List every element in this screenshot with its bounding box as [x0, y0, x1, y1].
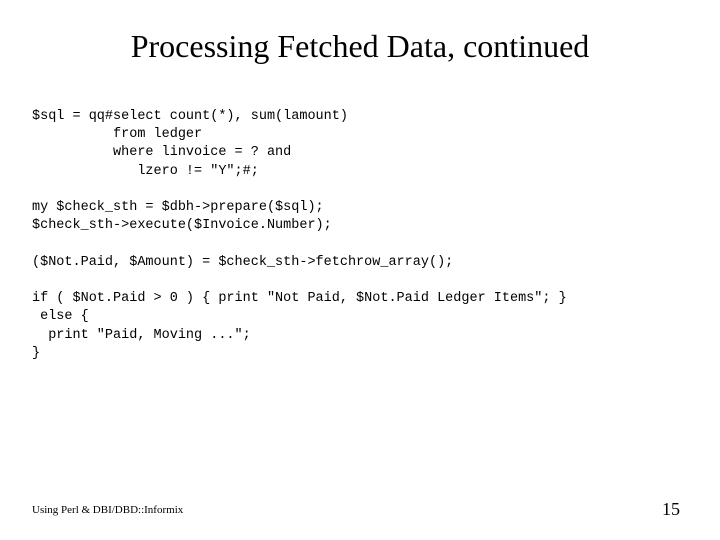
page-number: 15	[662, 499, 680, 520]
footer-text: Using Perl & DBI/DBD::Informix	[32, 504, 183, 516]
slide: Processing Fetched Data, continued $sql …	[0, 0, 720, 540]
code-block: $sql = qq#select count(*), sum(lamount) …	[32, 108, 688, 363]
slide-title: Processing Fetched Data, continued	[0, 28, 720, 65]
